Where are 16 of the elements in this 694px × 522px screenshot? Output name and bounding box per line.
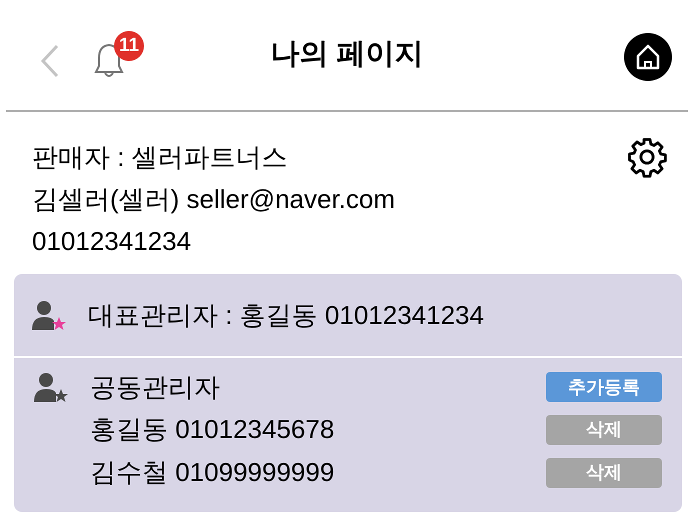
home-icon[interactable]	[624, 33, 672, 81]
notification-badge: 11	[114, 31, 144, 61]
user-star-icon	[32, 300, 66, 330]
add-button[interactable]: 추가등록	[546, 372, 662, 402]
seller-info-text: 01012341234	[32, 225, 192, 258]
delete-button[interactable]: 삭제	[546, 458, 662, 488]
delete-button[interactable]: 삭제	[546, 414, 662, 444]
co-admin-entry: 홍길동 01012345678	[90, 413, 334, 446]
representative-admin-text: 대표관리자 : 홍길동 01012341234	[88, 298, 484, 332]
page-title: 나의 페이지	[270, 37, 424, 72]
seller-info-text: 김셀러(셀러) seller@naver.com	[32, 183, 396, 216]
seller-info-text: 판매자 : 셀러파트너스	[32, 141, 288, 174]
settings-icon[interactable]	[626, 136, 668, 178]
co-admin-label: 공동관리자	[90, 370, 220, 404]
user-star-icon	[34, 372, 68, 402]
co-admin-entry: 김수철 01099999999	[90, 456, 334, 489]
